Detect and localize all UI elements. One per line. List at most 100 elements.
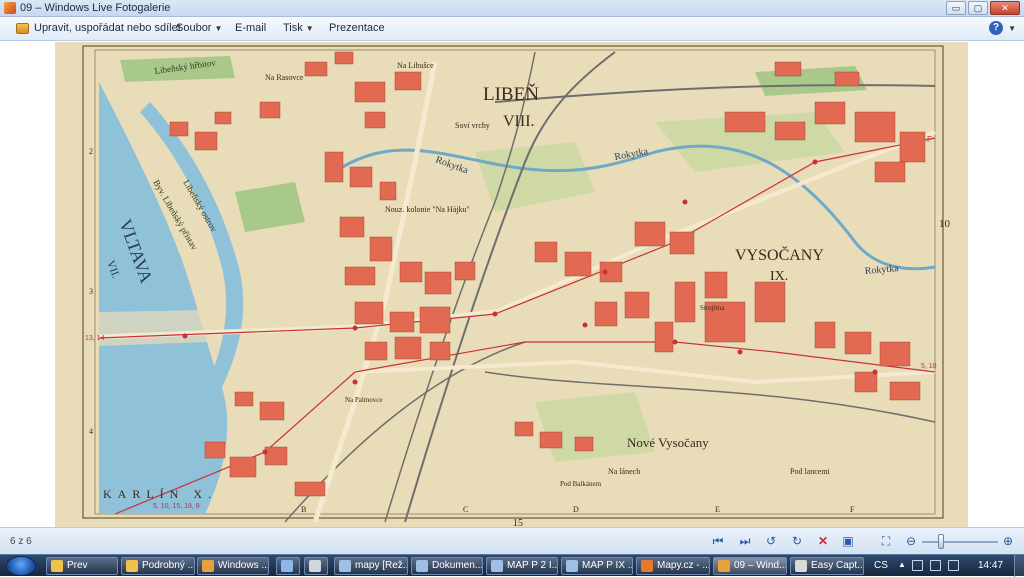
district-vysocany-number: IX. xyxy=(770,269,788,284)
help-button[interactable]: ? ▼ xyxy=(989,21,1016,35)
print-menu[interactable]: Tisk ▼ xyxy=(283,22,314,34)
district-karlin-label: KARLÍN X. xyxy=(103,487,217,501)
email-label: E-mail xyxy=(235,22,267,34)
grid-ref-10: 10 xyxy=(939,218,951,230)
window-controls: ▭ ▢ ✕ xyxy=(946,1,1020,15)
taskbar-item-label: MAP P 2 I... xyxy=(507,560,558,571)
colony-label: Nouz. kolonie "Na Hájku" xyxy=(385,205,470,214)
taskbar: Prev Podrobný ... Windows ... mapy [Rež.… xyxy=(0,554,1024,577)
edge-tram-f: F xyxy=(927,135,932,144)
edge-tram-left: 13, 14 xyxy=(85,335,105,342)
pod-balkanem-label: Pod Balkánem xyxy=(560,480,602,488)
slideshow-button[interactable]: Prezentace xyxy=(329,22,385,34)
capture-icon xyxy=(795,560,807,572)
photo-gallery-icon xyxy=(4,2,16,14)
taskbar-item-easy-capture[interactable]: Easy Capt... xyxy=(790,557,864,575)
zoom-in-icon[interactable]: ⊕ xyxy=(1000,534,1016,548)
taskbar-item-prev[interactable]: Prev xyxy=(46,557,118,575)
safely-remove-icon[interactable] xyxy=(912,560,923,571)
language-indicator[interactable]: CS xyxy=(874,560,888,571)
pod-lancemi-label: Pod lancemi xyxy=(790,467,831,476)
slideshow-label: Prezentace xyxy=(329,22,385,34)
district-liben-number: VIII. xyxy=(503,113,535,130)
volume-icon[interactable] xyxy=(948,560,959,571)
help-icon: ? xyxy=(989,21,1004,35)
file-menu[interactable]: Soubor ▼ xyxy=(176,22,222,34)
taskbar-item-label: MAP P IX ... xyxy=(582,560,633,571)
clock[interactable]: 14:47 xyxy=(978,560,1003,571)
taskbar-item-label: Windows ... xyxy=(218,560,269,571)
taskbar-item-label: Easy Capt... xyxy=(811,560,864,571)
organize-button[interactable]: Upravit, uspořádat nebo sdílet xyxy=(34,22,181,34)
edge-tram-right: 5, 10 xyxy=(921,363,937,370)
photo-gallery-icon xyxy=(202,560,214,572)
taskbar-item-label: 09 – Wind... xyxy=(734,560,787,571)
system-tray: CS ▲ 14:47 xyxy=(868,555,1024,577)
image-viewer[interactable]: LIBEŇ VIII. VYSOČANY IX. KARLÍN X. VLTAV… xyxy=(0,42,1024,527)
grid-col-f: F xyxy=(850,505,855,514)
taskbar-item-map-pix[interactable]: MAP P IX ... xyxy=(561,557,633,575)
chevron-down-icon: ▼ xyxy=(305,24,314,33)
taskbar-item-label: Prev xyxy=(67,560,88,571)
rotate-right-icon[interactable]: ↻ xyxy=(789,534,805,548)
explorer-icon xyxy=(281,560,293,572)
organize-label: Upravit, uspořádat nebo sdílet xyxy=(34,22,181,34)
factory-label: Strojírna xyxy=(700,304,725,312)
minimize-button[interactable]: ▭ xyxy=(946,1,966,15)
close-button[interactable]: ✕ xyxy=(990,1,1020,15)
taskbar-item-windows[interactable]: Windows ... xyxy=(197,557,269,575)
show-desktop-button[interactable] xyxy=(1014,555,1024,577)
start-button[interactable] xyxy=(6,556,36,576)
district-liben-label: LIBEŇ xyxy=(483,83,539,105)
taskbar-item-label: mapy [Rež... xyxy=(355,560,408,571)
taskbar-item-mapy-cz[interactable]: Mapy.cz - ... xyxy=(636,557,710,575)
sheet-number: 15 xyxy=(513,518,523,527)
next-icon[interactable]: ⏭ xyxy=(737,534,753,548)
taskbar-item-label: Dokumen... xyxy=(432,560,483,571)
file-label: Soubor xyxy=(176,22,212,34)
show-hidden-icons-icon[interactable]: ▲ xyxy=(898,560,906,569)
zoom-slider[interactable] xyxy=(922,541,998,543)
grid-col-b: B xyxy=(301,505,306,514)
photo-gallery-icon xyxy=(718,560,730,572)
grid-col-d: D xyxy=(573,505,579,514)
delete-icon[interactable]: ✕ xyxy=(815,534,831,548)
folder-icon xyxy=(51,560,63,572)
firefox-icon xyxy=(641,560,653,572)
sovi-vrchy-label: Soví vrchy xyxy=(455,121,490,130)
grid-col-c: C xyxy=(463,505,468,514)
document-icon xyxy=(491,560,503,572)
taskbar-item-calculator[interactable] xyxy=(304,557,328,575)
palmovka-label: Na Palmovce xyxy=(345,396,383,404)
toolbar: Upravit, uspořádat nebo sdílet Soubor ▼ E… xyxy=(0,17,1024,41)
rotate-left-icon[interactable]: ↺ xyxy=(763,534,779,548)
email-button[interactable]: E-mail xyxy=(235,22,266,34)
maximize-button[interactable]: ▢ xyxy=(968,1,988,15)
taskbar-item-label: Mapy.cz - ... xyxy=(657,560,710,571)
taskbar-item-map-p2[interactable]: MAP P 2 I... xyxy=(486,557,558,575)
taskbar-item-photo-gallery[interactable]: 09 – Wind... xyxy=(713,557,787,575)
document-icon xyxy=(566,560,578,572)
grid-row-4: 4 xyxy=(89,427,93,436)
network-icon[interactable] xyxy=(930,560,941,571)
taskbar-item-explorer[interactable] xyxy=(276,557,300,575)
taskbar-item-dokument[interactable]: Dokumen... xyxy=(411,557,483,575)
print-label: Tisk xyxy=(283,22,303,34)
taskbar-item-mapy[interactable]: mapy [Rež... xyxy=(334,557,408,575)
zoom-out-icon[interactable]: ⊖ xyxy=(903,534,919,548)
title-bar: 09 – Windows Live Fotogalerie ▭ ▢ ✕ xyxy=(0,0,1024,17)
navigation-bar: 6 z 6 ⏮ ⏭ ↺ ↻ ✕ ▣ ⛶ ⊖ ⊕ xyxy=(0,527,1024,554)
slideshow-icon[interactable]: ▣ xyxy=(840,534,856,548)
chevron-down-icon: ▼ xyxy=(1008,23,1016,33)
previous-icon[interactable]: ⏮ xyxy=(710,534,726,548)
nove-vysocany-label: Nové Vysočany xyxy=(627,435,709,450)
zoom-slider-handle[interactable] xyxy=(938,534,944,549)
na-lanech-label: Na lánech xyxy=(608,467,640,476)
na-libusce-label: Na Libušce xyxy=(397,61,434,70)
map-image: LIBEŇ VIII. VYSOČANY IX. KARLÍN X. VLTAV… xyxy=(55,42,968,527)
taskbar-item-label: Podrobný ... xyxy=(142,560,195,571)
fit-window-icon[interactable]: ⛶ xyxy=(878,534,894,548)
taskbar-item-podrobny[interactable]: Podrobný ... xyxy=(121,557,195,575)
district-vysocany-label: VYSOČANY xyxy=(735,245,824,264)
calculator-icon xyxy=(309,560,321,572)
